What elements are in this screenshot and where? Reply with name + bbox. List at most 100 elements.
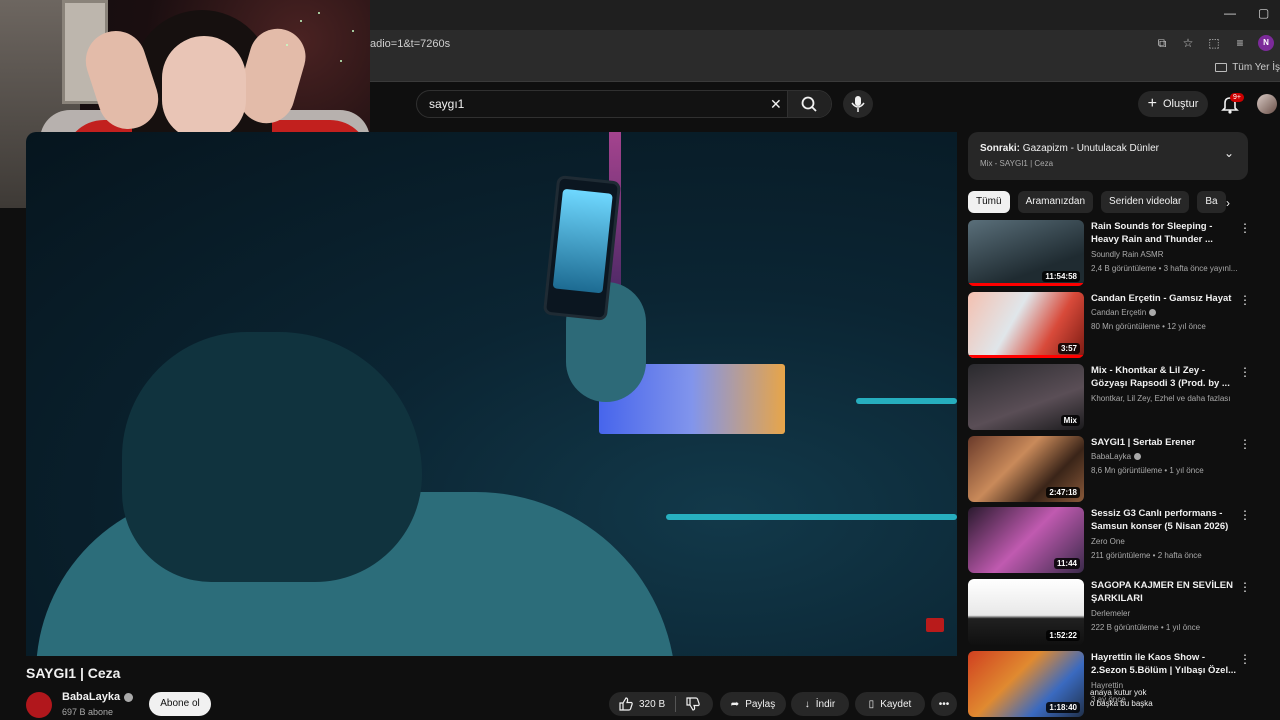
recommendation-title[interactable]: Mix - Khontkar & Lil Zey - Gözyaşı Rapso… bbox=[1091, 364, 1243, 390]
recommendation-channel[interactable]: Khontkar, Lil Zey, Ezhel ve daha fazlası bbox=[1091, 394, 1230, 403]
create-button[interactable]: + Oluştur bbox=[1138, 91, 1208, 117]
recommendation-channel[interactable]: Zero One bbox=[1091, 537, 1125, 546]
duration-badge: 1:18:40 bbox=[1046, 702, 1080, 713]
chip-more[interactable]: Ba bbox=[1197, 191, 1226, 213]
recommendation-meta: 80 Mn görüntüleme • 12 yıl önce bbox=[1091, 322, 1206, 331]
thumbs-up-icon bbox=[619, 697, 633, 711]
star-light bbox=[300, 20, 302, 22]
video-person-head bbox=[122, 332, 422, 582]
video-thumbnail[interactable]: 2:47:18 bbox=[968, 436, 1084, 502]
recommendation-title[interactable]: Candan Erçetin - Gamsız Hayat bbox=[1091, 292, 1243, 305]
like-count: 320 B bbox=[639, 698, 666, 710]
search-button[interactable] bbox=[787, 91, 831, 117]
recommendation-item[interactable]: 11:54:58 Rain Sounds for Sleeping - Heavy… bbox=[968, 220, 1258, 286]
like-dislike-group: 320 B bbox=[609, 692, 713, 716]
recommendation-item[interactable]: 11:44 Sessiz G3 Canlı performans - Samsun… bbox=[968, 507, 1258, 573]
recommendation-title[interactable]: Sessiz G3 Canlı performans - Samsun kons… bbox=[1091, 507, 1243, 533]
duration-badge: 11:54:58 bbox=[1042, 271, 1080, 282]
dislike-button[interactable] bbox=[676, 692, 710, 716]
maximize-icon[interactable]: ▢ bbox=[1258, 6, 1269, 20]
chevron-down-icon[interactable]: ⌄ bbox=[1224, 146, 1234, 160]
recommendation-meta: 211 görüntüleme • 2 hafta önce bbox=[1091, 551, 1202, 560]
recommendation-channel[interactable]: Derlemeler bbox=[1091, 609, 1130, 618]
bookmark-folder[interactable]: Tüm Yer İş bbox=[1215, 62, 1280, 73]
more-vertical-icon[interactable]: ⋮ bbox=[1239, 509, 1251, 521]
chip-from-search[interactable]: Aramanızdan bbox=[1017, 191, 1094, 213]
chip-all[interactable]: Tümü bbox=[968, 191, 1010, 213]
star-icon[interactable]: ☆ bbox=[1180, 33, 1196, 53]
recommendation-channel-label: Soundly Rain ASMR bbox=[1091, 250, 1164, 259]
recommendation-channel[interactable]: Soundly Rain ASMR bbox=[1091, 250, 1163, 259]
video-thumbnail[interactable]: 1:52:22 bbox=[968, 579, 1084, 645]
more-vertical-icon[interactable]: ⋮ bbox=[1239, 222, 1251, 234]
channel-subscriber-count: 697 B abone bbox=[62, 707, 114, 717]
recommendation-item[interactable]: 3:57 Candan Erçetin - Gamsız Hayat Candan … bbox=[968, 292, 1258, 358]
up-next-panel[interactable]: Sonraki: Gazapizm - Unutulacak Dünler Mi… bbox=[968, 132, 1248, 180]
more-actions-button[interactable]: ••• bbox=[931, 692, 957, 716]
star-light bbox=[318, 12, 320, 14]
download-button[interactable]: ↓ İndir bbox=[791, 692, 849, 716]
video-thumbnail[interactable]: Mix bbox=[968, 364, 1084, 430]
video-thumbnail[interactable]: 11:54:58 bbox=[968, 220, 1084, 286]
up-next-prefix: Sonraki: bbox=[980, 143, 1021, 154]
share-label: Paylaş bbox=[745, 698, 776, 710]
chip-series-videos[interactable]: Seriden videolar bbox=[1101, 191, 1190, 213]
share-button[interactable]: ➦ Paylaş bbox=[720, 692, 786, 716]
plus-icon: + bbox=[1147, 95, 1157, 112]
notification-badge: 9+ bbox=[1230, 93, 1244, 102]
profile-avatar[interactable]: N bbox=[1258, 35, 1274, 51]
more-vertical-icon[interactable]: ⋮ bbox=[1239, 653, 1251, 665]
recommendation-item[interactable]: Mix Mix - Khontkar & Lil Zey - Gözyaşı Ra… bbox=[968, 364, 1258, 430]
recommendation-item[interactable]: 2:47:18 SAYGI1 | Sertab Erener BabaLayka 8,… bbox=[968, 436, 1258, 502]
account-avatar[interactable] bbox=[1257, 94, 1277, 114]
duration-badge: 2:47:18 bbox=[1046, 487, 1080, 498]
video-thumbnail[interactable]: 11:44 bbox=[968, 507, 1084, 573]
up-next-title: Sonraki: Gazapizm - Unutulacak Dünler bbox=[980, 143, 1159, 154]
save-label: Kaydet bbox=[880, 698, 912, 710]
chevron-right-icon[interactable]: › bbox=[1226, 196, 1230, 210]
video-phone-screen bbox=[552, 188, 613, 294]
clear-search-icon[interactable]: ✕ bbox=[770, 96, 782, 113]
microphone-icon bbox=[851, 96, 865, 112]
subscribe-button[interactable]: Abone ol bbox=[149, 692, 211, 716]
recommendation-title[interactable]: SAYGI1 | Sertab Erener bbox=[1091, 436, 1243, 449]
up-next-subtitle: Mix - SAYGI1 | Ceza bbox=[980, 159, 1054, 168]
watch-progress-bar bbox=[968, 283, 1084, 286]
save-button[interactable]: ▯ Kaydet bbox=[855, 692, 925, 716]
video-neon-strip bbox=[666, 514, 957, 520]
verified-icon bbox=[124, 692, 134, 702]
minimize-icon[interactable]: — bbox=[1224, 6, 1236, 20]
video-thumbnail[interactable]: 3:57 bbox=[968, 292, 1084, 358]
recommendation-item[interactable]: 1:52:22 SAGOPA KAJMER EN SEVİLEN ŞARKILAR… bbox=[968, 579, 1258, 645]
more-vertical-icon[interactable]: ⋮ bbox=[1239, 366, 1251, 378]
recommendation-channel[interactable]: Candan Erçetin bbox=[1091, 308, 1157, 317]
up-next-video-title: Gazapizm - Unutulacak Dünler bbox=[1022, 143, 1159, 154]
star-light bbox=[286, 44, 288, 46]
cast-icon[interactable]: ⧉ bbox=[1154, 33, 1170, 53]
more-vertical-icon[interactable]: ⋮ bbox=[1239, 581, 1251, 593]
channel-name[interactable]: BabaLayka bbox=[62, 691, 134, 703]
video-neon-strip bbox=[856, 398, 957, 404]
like-button[interactable]: 320 B bbox=[609, 692, 675, 716]
duration-badge: Mix bbox=[1060, 415, 1080, 426]
search-input[interactable]: saygı1 bbox=[429, 97, 464, 111]
video-player[interactable] bbox=[26, 132, 957, 656]
bookmark-folder-label: Tüm Yer İş bbox=[1232, 62, 1280, 73]
stream-chat-overlay: anaya kutur yok o başka bu başka bbox=[1090, 687, 1153, 709]
extensions-icon[interactable]: ⬚ bbox=[1206, 33, 1222, 53]
recommendation-title[interactable]: Rain Sounds for Sleeping - Heavy Rain an… bbox=[1091, 220, 1243, 246]
channel-avatar[interactable] bbox=[26, 692, 52, 718]
webcam-person-face bbox=[162, 36, 246, 140]
voice-search-button[interactable] bbox=[843, 90, 873, 118]
video-thumbnail[interactable]: 1:18:40 bbox=[968, 651, 1084, 717]
more-vertical-icon[interactable]: ⋮ bbox=[1239, 438, 1251, 450]
recommendation-channel[interactable]: BabaLayka bbox=[1091, 452, 1142, 461]
search-box[interactable]: saygı1 ✕ bbox=[416, 90, 832, 118]
recommendation-title[interactable]: Hayrettin ile Kaos Show - 2.Sezon 5.Bölü… bbox=[1091, 651, 1243, 677]
url-field[interactable]: adio=1&t=7260s bbox=[360, 34, 1140, 54]
recommendation-meta: 8,6 Mn görüntüleme • 1 yıl önce bbox=[1091, 466, 1204, 475]
recommendation-title[interactable]: SAGOPA KAJMER EN SEVİLEN ŞARKILARI bbox=[1091, 579, 1243, 605]
media-icon[interactable]: ≡ bbox=[1232, 33, 1248, 53]
more-vertical-icon[interactable]: ⋮ bbox=[1239, 294, 1251, 306]
watch-progress-bar bbox=[968, 355, 1084, 358]
